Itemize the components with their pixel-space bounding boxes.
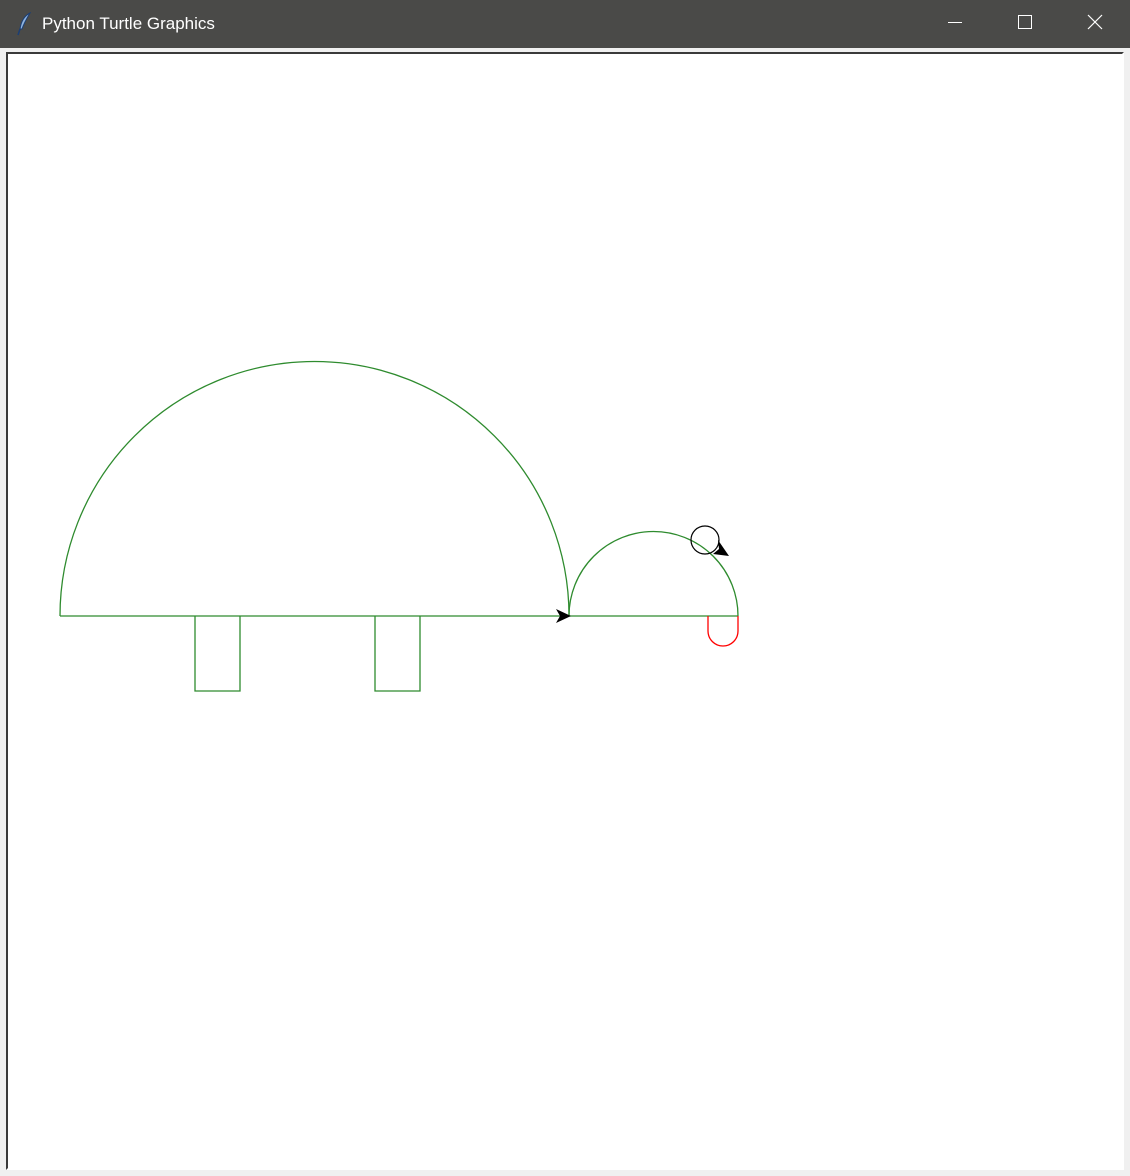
close-button[interactable] — [1060, 0, 1130, 48]
canvas-frame — [6, 52, 1124, 1170]
window-title: Python Turtle Graphics — [42, 14, 215, 33]
head-arc — [568, 530, 739, 617]
shell-arc — [59, 360, 570, 617]
minimize-icon — [947, 14, 963, 35]
back-leg — [374, 616, 421, 692]
turtle-drawing — [59, 360, 739, 692]
title-bar[interactable]: Python Turtle Graphics — [0, 0, 1130, 48]
maximize-button[interactable] — [990, 0, 1060, 48]
feather-icon — [16, 11, 34, 36]
minimize-button[interactable] — [920, 0, 990, 48]
maximize-icon — [1017, 14, 1033, 35]
turtle-window: Python Turtle Graphics — [0, 0, 1130, 1176]
front-leg — [194, 616, 241, 692]
mouth — [707, 616, 739, 647]
close-icon — [1087, 14, 1103, 35]
turtle-canvas[interactable] — [8, 54, 1122, 1168]
turtle-cursor-arrow-eye — [713, 540, 729, 556]
